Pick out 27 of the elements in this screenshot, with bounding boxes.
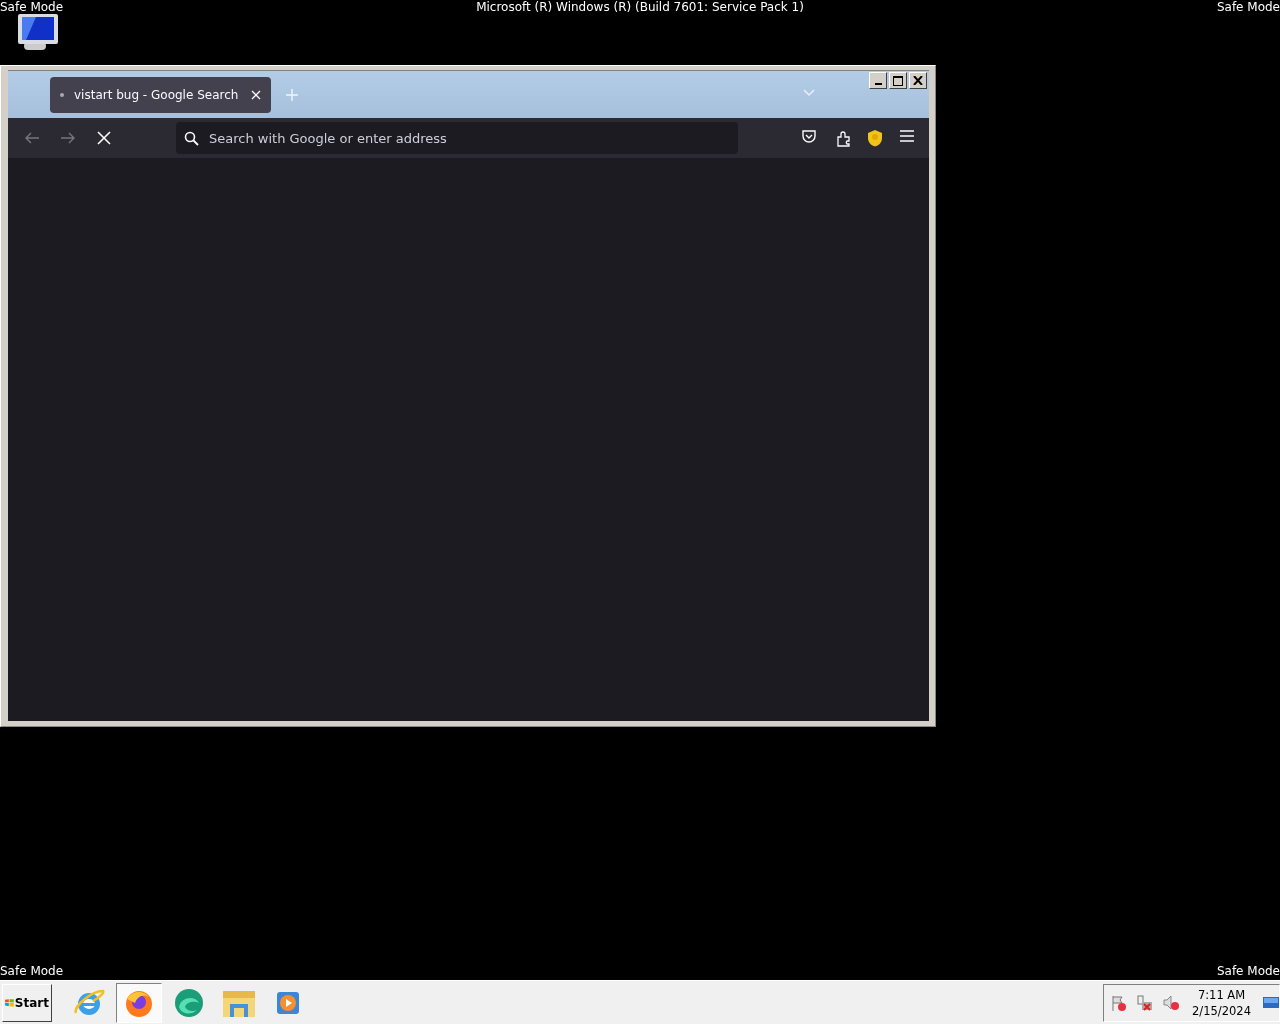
close-tab-icon[interactable]	[251, 89, 261, 100]
show-desktop-icon[interactable]	[1263, 995, 1279, 1010]
network-error-icon[interactable]	[1136, 993, 1155, 1012]
address-field[interactable]: Search with Google or enter address	[176, 122, 738, 154]
minimize-button[interactable]	[869, 72, 887, 89]
safe-mode-label: Safe Mode	[0, 964, 64, 979]
shield-icon[interactable]	[867, 129, 883, 147]
browser-tab[interactable]: vistart bug - Google Search	[50, 76, 271, 113]
safe-mode-label: Safe Mode	[0, 0, 64, 15]
close-icon	[913, 76, 923, 85]
maximize-icon	[893, 75, 903, 86]
search-icon	[184, 131, 199, 146]
build-info-label: Microsoft (R) Windows (R) (Build 7601: Service Pack 1)	[476, 0, 804, 15]
safe-mode-label: Safe Mode	[1216, 964, 1280, 979]
clock-date[interactable]: 2/15/2024	[1192, 1002, 1251, 1019]
clock-time[interactable]: 7:11 AM	[1197, 986, 1246, 1003]
start-button[interactable]: Start	[2, 983, 52, 1022]
pocket-icon[interactable]	[801, 129, 817, 145]
minimize-icon	[874, 82, 882, 85]
close-button[interactable]	[909, 72, 927, 89]
safe-mode-label: Safe Mode	[1216, 0, 1280, 15]
menu-icon[interactable]	[899, 129, 915, 143]
flag-error-icon[interactable]	[1110, 993, 1129, 1012]
maximize-button[interactable]	[889, 72, 907, 89]
speaker-error-icon[interactable]	[1162, 993, 1181, 1012]
windows-flag-icon	[5, 996, 14, 1009]
fox-globe-icon[interactable]	[116, 982, 162, 1023]
